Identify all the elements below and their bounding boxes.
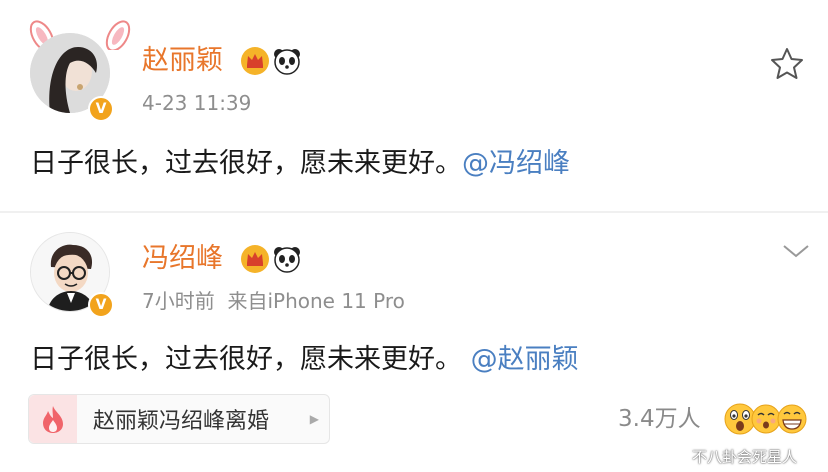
chevron-right-icon: ▶ (309, 412, 319, 426)
mention-link[interactable]: @冯绍峰 (462, 148, 570, 179)
grin-emoji-icon (777, 404, 807, 434)
topic-label: 赵丽颖冯绍峰离婚 (93, 409, 270, 434)
wow-emoji-icon (751, 404, 781, 434)
mention-link[interactable]: @赵丽颖 (471, 344, 579, 375)
reaction-emojis[interactable] (722, 399, 814, 439)
author-name[interactable]: 冯绍峰 (142, 242, 223, 276)
post-text-body: 日子很长，过去很好，愿未来更好。 (30, 344, 462, 375)
panda-badge-icon (274, 247, 300, 273)
post-text-body: 日子很长，过去很好，愿未来更好。 (30, 148, 462, 179)
author-name[interactable]: 赵丽颖 (142, 44, 223, 78)
reaction-count[interactable]: 3.4万人 (618, 404, 701, 434)
post-divider (0, 211, 828, 213)
chevron-down-icon[interactable] (780, 240, 812, 260)
panda-badge-icon (274, 49, 300, 75)
watermark-text: 不八卦会死星人 (692, 448, 798, 466)
crown-badge-icon (241, 47, 269, 75)
post-text: 日子很长，过去很好，愿未来更好。@冯绍峰 (30, 146, 570, 182)
crown-badge-icon (241, 245, 269, 273)
topic-chip[interactable]: 赵丽颖冯绍峰离婚 ▶ (28, 394, 330, 444)
verified-badge-icon: V (88, 96, 114, 122)
star-outline-icon[interactable] (768, 45, 806, 83)
verified-badge-icon: V (88, 292, 114, 318)
post-source: 来自iPhone 11 Pro (227, 289, 405, 313)
shocked-emoji-icon (724, 403, 756, 435)
fire-icon (29, 395, 77, 443)
post-meta: 7小时前 来自iPhone 11 Pro (142, 288, 405, 314)
post-text: 日子很长，过去很好，愿未来更好。 @赵丽颖 (30, 342, 579, 378)
post-time: 4-23 11:39 (142, 91, 252, 115)
post-time: 7小时前 (142, 289, 215, 313)
